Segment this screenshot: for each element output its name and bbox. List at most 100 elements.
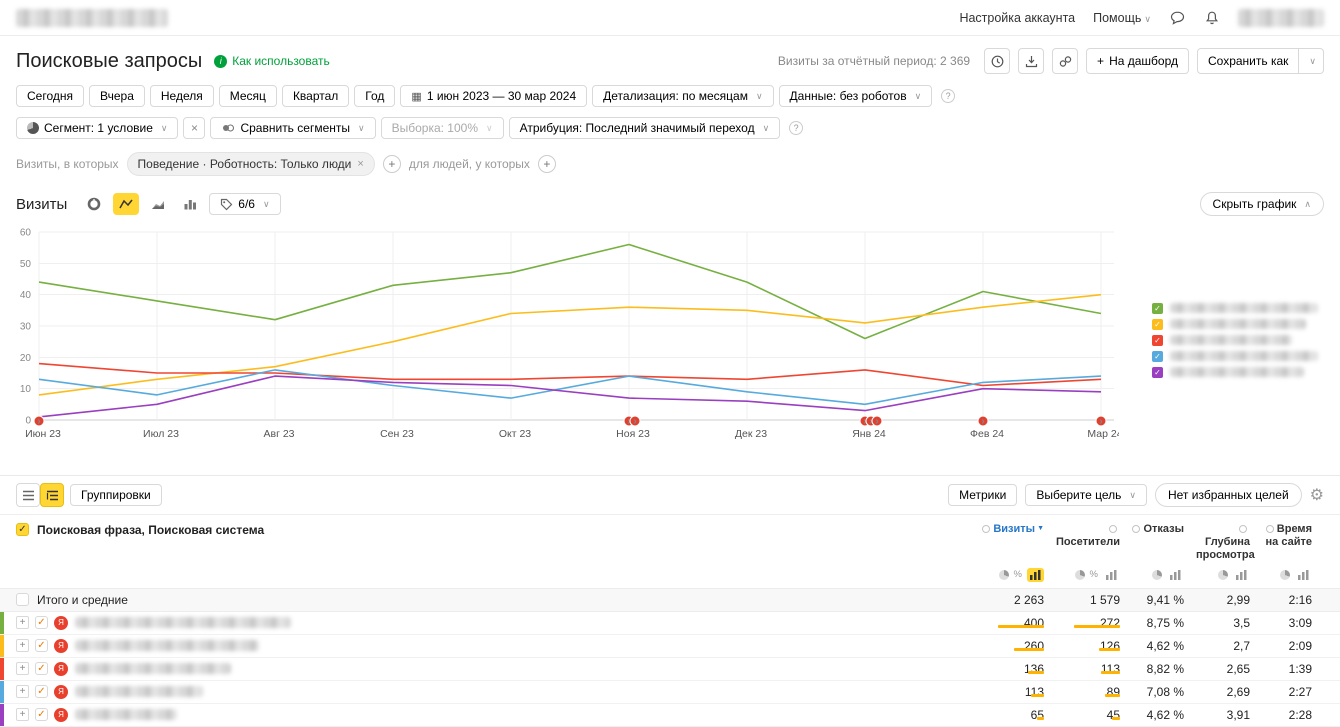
column-header-visits[interactable]: Визиты▼ xyxy=(960,523,1056,536)
attribution-dropdown[interactable]: Атрибуция: Последний значимый переход∨ xyxy=(509,117,781,139)
preset-quarter[interactable]: Квартал xyxy=(282,85,349,107)
save-as-button[interactable]: Сохранить как xyxy=(1197,48,1299,74)
chart-marker-icon[interactable]: › xyxy=(1096,416,1106,427)
select-all-checkbox[interactable]: ✓ xyxy=(16,523,29,536)
preset-today[interactable]: Сегодня xyxy=(16,85,84,107)
row-checkbox[interactable]: ✓ xyxy=(35,662,48,675)
hide-chart-button[interactable]: Скрыть график∧ xyxy=(1200,192,1324,216)
legend-checkbox[interactable]: ✓ xyxy=(1152,367,1163,378)
row-checkbox[interactable]: ✓ xyxy=(35,616,48,629)
expand-row-button[interactable]: + xyxy=(16,685,29,698)
robots-filter-chip[interactable]: Поведение · Роботность: Только люди× xyxy=(127,152,375,176)
pie-view-icon[interactable] xyxy=(1075,570,1085,580)
compare-segments-dropdown[interactable]: Сравнить сегменты∨ xyxy=(210,117,375,139)
chat-icon[interactable] xyxy=(1169,10,1186,26)
account-settings-link[interactable]: Настройка аккаунта xyxy=(959,11,1075,25)
bars-view-icon[interactable] xyxy=(1295,568,1312,582)
column-header-visitors[interactable]: Посетители xyxy=(1056,523,1132,549)
save-as-dropdown-button[interactable]: ∨ xyxy=(1299,48,1324,74)
donut-chart-icon xyxy=(87,197,101,211)
bars-view-icon[interactable] xyxy=(1233,568,1250,582)
chart-type-line-button[interactable] xyxy=(113,193,139,215)
metrics-button[interactable]: Метрики xyxy=(948,484,1017,506)
preset-week[interactable]: Неделя xyxy=(150,85,214,107)
bars-view-icon[interactable] xyxy=(1103,568,1120,582)
choose-goal-dropdown[interactable]: Выберите цель∨ xyxy=(1025,484,1147,506)
help-circle-icon[interactable]: ? xyxy=(789,121,803,135)
gear-icon[interactable]: ⚙ xyxy=(1310,485,1324,505)
line-chart-icon xyxy=(119,197,133,211)
totals-checkbox[interactable] xyxy=(16,593,29,606)
visits-line-chart[interactable]: 0102030405060Июн 23Июл 23Авг 23Сен 23Окт… xyxy=(14,224,1119,448)
preset-yesterday[interactable]: Вчера xyxy=(89,85,145,107)
pie-view-icon[interactable] xyxy=(1218,570,1228,580)
row-checkbox[interactable]: ✓ xyxy=(35,639,48,652)
table-row[interactable]: +✓Я113897,08 %2,692:27 xyxy=(0,681,1340,704)
date-range-button[interactable]: ▦1 июн 2023 — 30 мар 2024 xyxy=(400,85,587,107)
sampling-dropdown[interactable]: Выборка: 100%∨ xyxy=(381,117,504,139)
column-header-bounce[interactable]: Отказы xyxy=(1132,523,1196,536)
chart-series[interactable] xyxy=(39,376,1101,417)
pie-view-icon[interactable] xyxy=(1152,570,1162,580)
metrics-count-dropdown[interactable]: 6/6∨ xyxy=(209,193,280,215)
row-checkbox[interactable]: ✓ xyxy=(35,685,48,698)
legend-item[interactable]: ✓ xyxy=(1152,300,1322,316)
widgets-icon-button[interactable] xyxy=(1052,48,1078,74)
chart-marker-icon[interactable]: › xyxy=(34,416,44,427)
chart-type-donut-button[interactable] xyxy=(81,193,107,215)
data-mode-dropdown[interactable]: Данные: без роботов∨ xyxy=(779,85,933,107)
row-checkbox[interactable]: ✓ xyxy=(35,708,48,721)
close-icon[interactable]: × xyxy=(357,158,363,170)
preset-year[interactable]: Год xyxy=(354,85,395,107)
add-visit-condition-button[interactable]: + xyxy=(383,155,401,173)
to-dashboard-button[interactable]: +На дашборд xyxy=(1086,48,1189,74)
chart-series[interactable] xyxy=(39,245,1101,339)
legend-checkbox[interactable]: ✓ xyxy=(1152,303,1163,314)
legend-item[interactable]: ✓ xyxy=(1152,316,1322,332)
percent-view-icon[interactable]: % xyxy=(1090,569,1098,580)
how-to-use-link[interactable]: i Как использовать xyxy=(214,54,330,68)
groupings-button[interactable]: Группировки xyxy=(70,484,162,506)
table-row[interactable]: +✓Я1361138,82 %2,651:39 xyxy=(0,658,1340,681)
table-row[interactable]: +✓Я4002728,75 %3,53:09 xyxy=(0,612,1340,635)
percent-view-icon[interactable]: % xyxy=(1014,569,1022,580)
legend-checkbox[interactable]: ✓ xyxy=(1152,351,1163,362)
legend-item[interactable]: ✓ xyxy=(1152,332,1322,348)
chart-type-columns-button[interactable] xyxy=(177,193,203,215)
svg-text:50: 50 xyxy=(20,259,32,270)
bars-view-icon-selected[interactable] xyxy=(1027,568,1044,582)
help-circle-icon[interactable]: ? xyxy=(941,89,955,103)
bars-view-icon[interactable] xyxy=(1167,568,1184,582)
chart-marker-icon[interactable]: › xyxy=(978,416,988,427)
legend-checkbox[interactable]: ✓ xyxy=(1152,319,1163,330)
table-row[interactable]: +✓Я2601264,62 %2,72:09 xyxy=(0,635,1340,658)
account-name-blurred[interactable] xyxy=(1238,9,1324,27)
expand-row-button[interactable]: + xyxy=(16,662,29,675)
pie-view-icon[interactable] xyxy=(999,570,1009,580)
expand-row-button[interactable]: + xyxy=(16,639,29,652)
clear-segment-button[interactable]: × xyxy=(183,117,205,139)
expand-row-button[interactable]: + xyxy=(16,616,29,629)
column-header-time[interactable]: Время на сайте xyxy=(1262,523,1324,549)
check-icon: ✓ xyxy=(37,618,45,628)
legend-item[interactable]: ✓ xyxy=(1152,348,1322,364)
segment-dropdown[interactable]: Сегмент: 1 условие∨ xyxy=(16,117,178,139)
table-row[interactable]: +✓Я65454,62 %3,912:28 xyxy=(0,704,1340,727)
detail-dropdown[interactable]: Детализация: по месяцам∨ xyxy=(592,85,773,107)
help-menu[interactable]: Помощь∨ xyxy=(1093,11,1151,25)
legend-item[interactable]: ✓ xyxy=(1152,364,1322,380)
column-header-depth[interactable]: Глубина просмотра xyxy=(1196,523,1262,563)
chart-type-area-button[interactable] xyxy=(145,193,171,215)
add-people-condition-button[interactable]: + xyxy=(538,155,556,173)
pie-view-icon[interactable] xyxy=(1280,570,1290,580)
metrica-logo-blurred[interactable] xyxy=(16,9,168,27)
legend-checkbox[interactable]: ✓ xyxy=(1152,335,1163,346)
bell-icon[interactable] xyxy=(1204,10,1220,26)
tree-view-button[interactable] xyxy=(40,483,64,507)
history-icon-button[interactable] xyxy=(984,48,1010,74)
list-view-button[interactable] xyxy=(16,483,40,507)
no-goals-pill[interactable]: Нет избранных целей xyxy=(1155,483,1302,507)
preset-month[interactable]: Месяц xyxy=(219,85,277,107)
expand-row-button[interactable]: + xyxy=(16,708,29,721)
export-icon-button[interactable] xyxy=(1018,48,1044,74)
